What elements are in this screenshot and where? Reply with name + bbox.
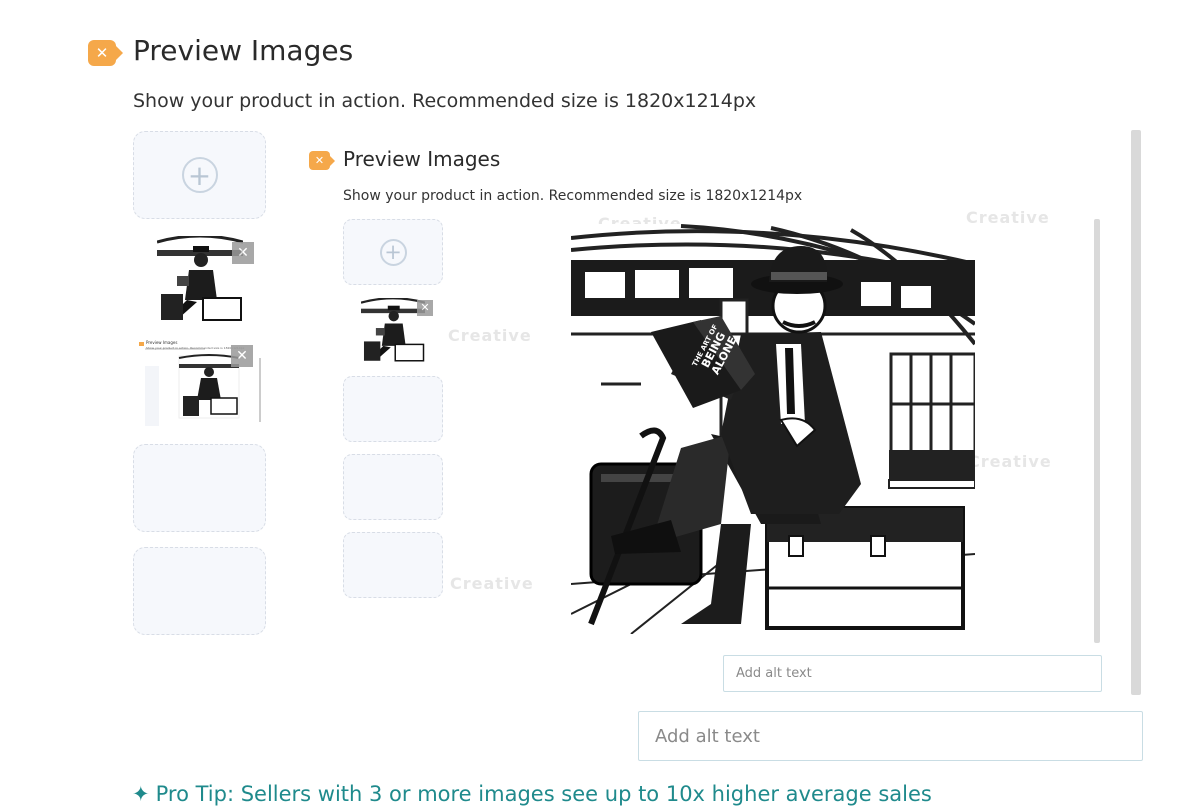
inner-scrollbar[interactable] [1094, 219, 1100, 643]
outer-add-image-slot[interactable]: + [133, 131, 266, 219]
outer-alt-text-input[interactable] [638, 711, 1143, 761]
inner-page-subtitle: Show your product in action. Recommended… [343, 188, 803, 204]
close-icon[interactable]: ✕ [231, 345, 253, 367]
inner-thumbnail-1[interactable] [361, 298, 425, 364]
traveler-thumbnail-image [157, 236, 243, 324]
large-preview-image: THE ART OF BEING ALONE [570, 224, 977, 635]
outer-page-subtitle: Show your product in action. Recommended… [133, 90, 757, 112]
watermark-text: Creative [448, 326, 532, 345]
inner-page-title: Preview Images [343, 147, 501, 171]
outer-scrollbar[interactable] [1131, 130, 1141, 695]
watermark-text: Creative [450, 574, 534, 593]
inner-empty-slot-3[interactable] [343, 532, 443, 598]
close-icon[interactable]: ✕ [232, 242, 254, 264]
traveler-thumbnail-image [361, 298, 425, 364]
watermark-text: Creative [968, 452, 1052, 471]
plus-circle-icon: + [181, 157, 218, 193]
close-x-icon: ✕ [314, 154, 325, 167]
inner-empty-slot-1[interactable] [343, 376, 443, 442]
inner-empty-slot-2[interactable] [343, 454, 443, 520]
inner-alt-text-input[interactable] [723, 655, 1102, 692]
plus-circle-icon: + [379, 238, 407, 266]
watermark-text: Creative [966, 208, 1050, 227]
pro-tip: ✦ Pro Tip: Sellers with 3 or more images … [132, 782, 932, 806]
close-icon[interactable]: ✕ [417, 300, 433, 316]
inner-add-image-slot[interactable]: + [343, 219, 443, 285]
pro-tip-text: Pro Tip: Sellers with 3 or more images s… [155, 782, 932, 806]
outer-page-title: Preview Images [133, 34, 354, 67]
close-x-icon: ✕ [95, 43, 109, 62]
traveler-illustration [570, 224, 977, 635]
outer-empty-slot-2[interactable] [133, 547, 266, 635]
star-icon: ✦ [132, 782, 150, 806]
outer-empty-slot-1[interactable] [133, 444, 266, 532]
mini-subtitle: Show your product in action. Recommended… [146, 346, 245, 350]
outer-section-badge: ✕ [88, 40, 116, 66]
outer-thumbnail-1[interactable] [157, 236, 243, 324]
mini-title: Preview Images [146, 340, 178, 345]
inner-section-badge: ✕ [309, 151, 330, 170]
